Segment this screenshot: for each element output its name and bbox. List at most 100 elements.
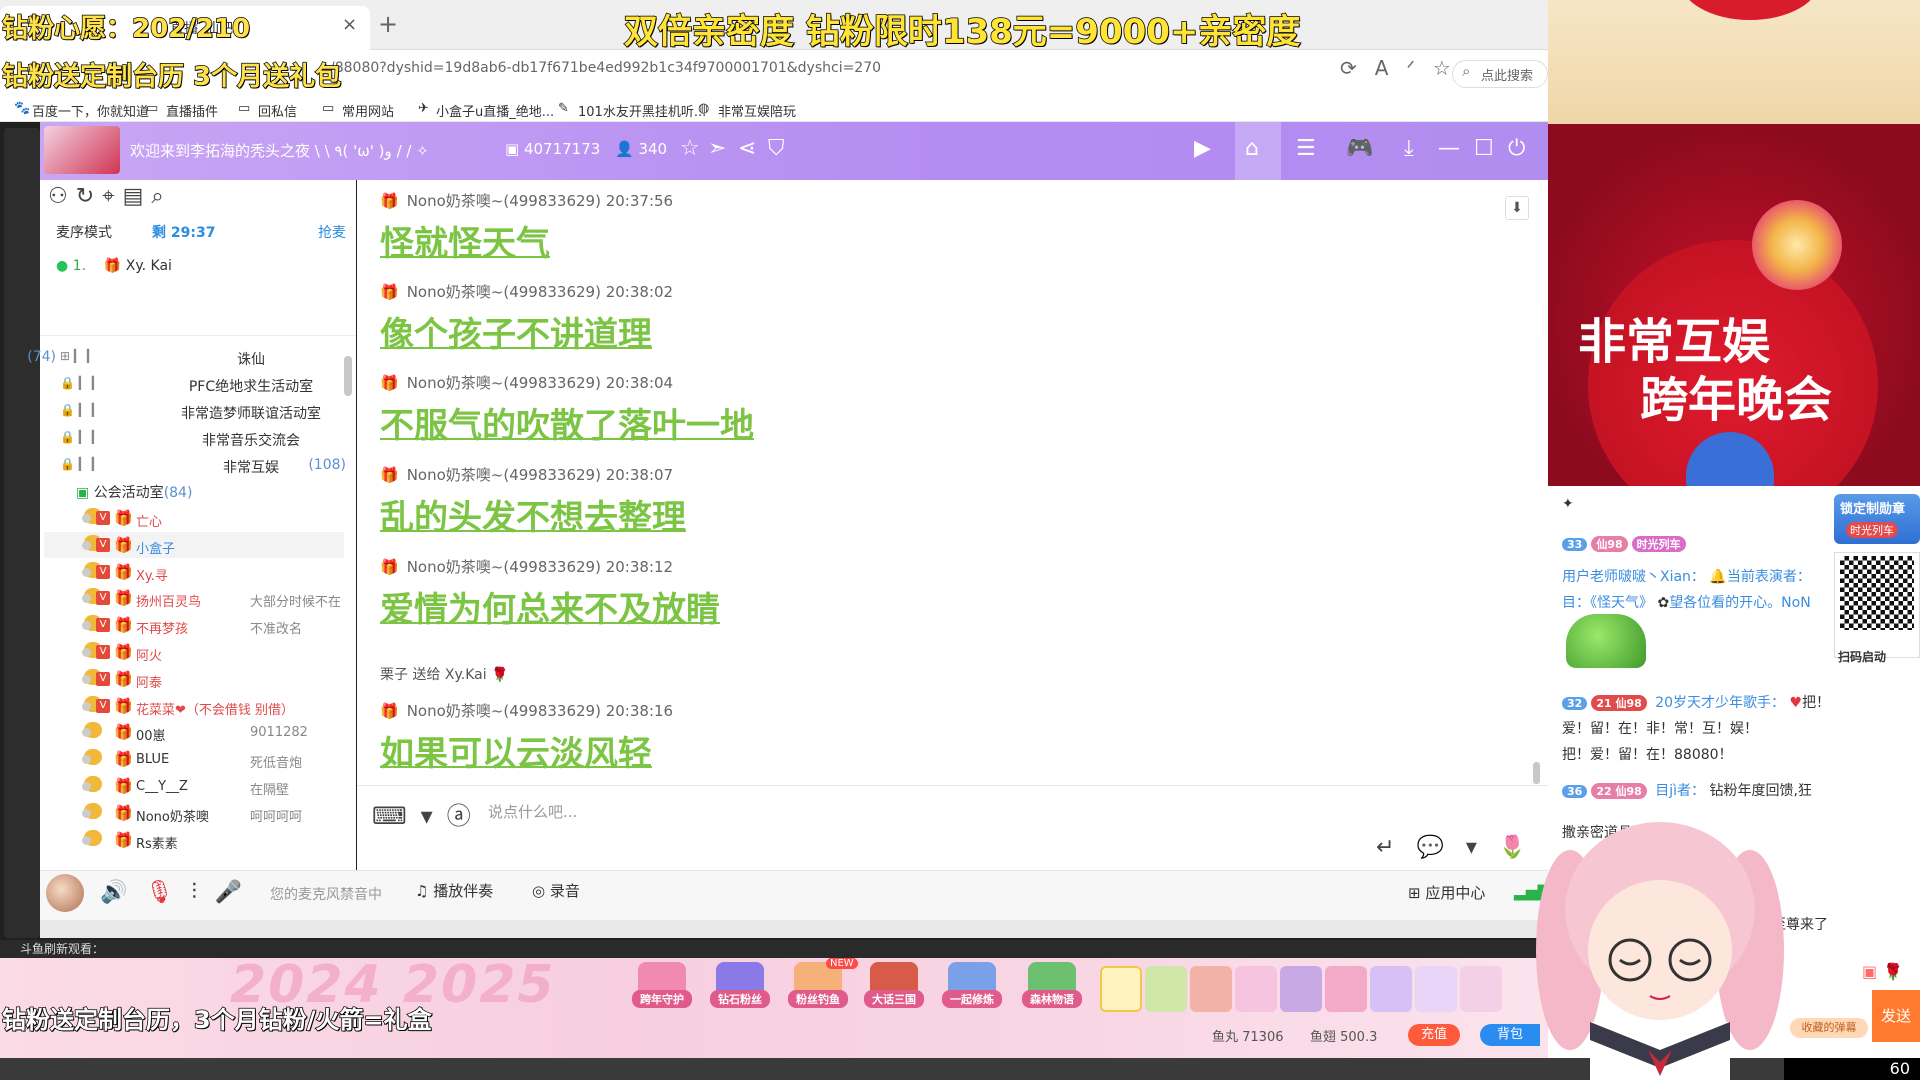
bookmark-feichang[interactable]: 非常互娱陪玩 — [718, 101, 796, 120]
record-button[interactable]: ◎ 录音 — [532, 880, 580, 901]
gamepad-icon[interactable]: 🎮 — [1346, 136, 1373, 161]
speaker-icon[interactable]: 🔊 — [100, 880, 145, 905]
search-icon[interactable]: ⌕ — [151, 184, 171, 209]
message-user[interactable]: Nono奶茶噢~(499833629) — [407, 283, 601, 301]
share-icon[interactable]: ⋖ — [738, 136, 756, 161]
chat-input[interactable]: 说点什么吧... — [488, 801, 577, 822]
message-user[interactable]: Nono奶茶噢~(499833629) — [407, 192, 601, 210]
refresh-user-icon[interactable]: ↻ — [76, 184, 102, 209]
gift-thumb[interactable] — [1370, 966, 1412, 1012]
tab-close-icon[interactable]: × — [342, 14, 357, 35]
bookmark-xiaohezi[interactable]: 小盒子u直播_绝地... — [436, 101, 554, 120]
minimize-icon[interactable]: — — [1438, 136, 1460, 161]
member-row[interactable]: V 🎁 扬州百灵鸟 大部分时候不在 — [80, 588, 350, 615]
read-aloud-icon[interactable]: Aᐟ — [1375, 56, 1433, 80]
gift-thumb[interactable] — [1415, 966, 1457, 1012]
member-row[interactable]: V 🎁 阿泰 — [80, 668, 350, 696]
message-user[interactable]: Nono奶茶噢~(499833629) — [407, 702, 601, 720]
member-note: 死低音炮 — [250, 756, 303, 772]
expand-icon[interactable]: ⊞ ▎ ▎ — [60, 349, 96, 363]
message-user[interactable]: Nono奶茶噢~(499833629) — [407, 466, 601, 484]
douyu-activity-item[interactable]: 钻石粉丝 — [710, 962, 770, 1018]
gift-icon: 🎁 — [380, 558, 399, 576]
bookmark-live-plugin[interactable]: 直播插件 — [166, 101, 218, 120]
list-icon[interactable]: ☰ — [1296, 136, 1316, 161]
favorite-danmaku-button[interactable]: 收藏的弹幕 — [1790, 1018, 1868, 1038]
emoji-pad-icon[interactable]: ⌨▾ — [372, 802, 447, 830]
douyu-activity-item[interactable]: 跨年守护 — [632, 962, 692, 1018]
gift-icon: 🎁 — [114, 803, 133, 822]
scroll-down-icon[interactable]: ⬇ — [1505, 196, 1529, 220]
shield-icon[interactable]: ⛉ — [768, 136, 785, 161]
send-button[interactable]: 发送 — [1872, 990, 1920, 1042]
bookmark-101[interactable]: 101水友开黑挂机听... — [578, 101, 706, 120]
qr-code-icon — [1840, 556, 1914, 630]
chat-scrollbar[interactable] — [1533, 762, 1540, 784]
member-row[interactable]: 🎁 C__Y__Z 在隔壁 — [80, 776, 350, 803]
share-plane-icon[interactable]: ➣ — [708, 136, 726, 161]
avatar[interactable] — [46, 874, 84, 912]
bookmark-common-sites[interactable]: 常用网站 — [342, 101, 394, 120]
record-icon: ◎ — [532, 882, 550, 900]
mic-queue-item[interactable]: ● 1. 🎁 Xy. Kai — [56, 258, 172, 274]
danmaku-line: 用户老师啵啵丶Xian： 🔔当前表演者： — [1562, 569, 1811, 585]
location-icon[interactable]: ⌖ — [102, 184, 122, 209]
member-row[interactable]: V 🎁 亡心 — [80, 508, 350, 535]
channel-scrollbar[interactable] — [344, 356, 352, 396]
member-row[interactable]: 🎁 BLUE 死低音炮 — [80, 749, 350, 776]
recharge-button[interactable]: 充值 — [1408, 1024, 1460, 1046]
member-row[interactable]: V 🎁 小盒子 — [80, 534, 350, 562]
gift-thumb[interactable] — [1190, 966, 1232, 1012]
grab-mic-button[interactable]: 抢麦 — [318, 222, 346, 242]
gift-thumb[interactable] — [1325, 966, 1367, 1012]
home-icon[interactable]: ⌂ — [1245, 136, 1259, 161]
new-tab-icon[interactable]: + — [378, 10, 398, 38]
bookmark-baidu[interactable]: 百度一下，你就知道 — [32, 101, 149, 120]
mic-off-icon[interactable]: 🎙 — [145, 880, 191, 905]
gift-thumb[interactable] — [1100, 966, 1142, 1012]
member-row[interactable]: V 🎁 花菜菜❤（不会借钱 别借） — [80, 695, 350, 723]
chat-message-header: 🎁 Nono奶茶噢~(499833629) 20:38:12 — [380, 556, 673, 577]
download-icon[interactable]: ⤓ — [1404, 136, 1414, 161]
douyu-activity-item[interactable]: 粉丝钓鱼 — [788, 962, 848, 1018]
star-icon[interactable]: ☆ — [680, 136, 700, 161]
equalizer-icon[interactable]: ⫶ — [191, 880, 215, 905]
gift-thumb[interactable] — [1235, 966, 1277, 1012]
user-icon[interactable]: ⚇ — [48, 184, 76, 209]
bookmark-reply-dm[interactable]: 回私信 — [258, 101, 297, 120]
douyu-activity-item[interactable]: 森林物语 — [1022, 962, 1082, 1018]
play-accompaniment-button[interactable]: ♫ 播放伴奏 — [415, 880, 493, 901]
power-icon[interactable]: ⏻ — [1508, 136, 1525, 161]
message-user[interactable]: Nono奶茶噢~(499833629) — [407, 558, 601, 576]
maximize-icon[interactable]: ☐ — [1474, 136, 1494, 161]
filter-icon[interactable]: ▣ — [1862, 962, 1883, 981]
refresh-icon[interactable]: ⟳ — [1340, 56, 1375, 80]
font-style-icon[interactable]: ⓐ — [447, 802, 485, 830]
gift-thumb[interactable] — [1280, 966, 1322, 1012]
member-row[interactable]: 🎁 Nono奶茶噢 呵呵呵呵 — [80, 802, 350, 830]
member-row[interactable]: V 🎁 不再梦孩 不准改名 — [80, 615, 350, 642]
overlay-bottom-text: 钻粉送定制台历，3个月钻粉/火箭=礼盒 — [1, 1005, 432, 1035]
app-center-button[interactable]: ⊞ 应用中心 — [1408, 882, 1485, 903]
notes-icon[interactable]: ▤ — [123, 184, 152, 209]
douyu-activity-item[interactable]: 一起修炼 — [942, 962, 1002, 1018]
guild-room-row[interactable]: ▣ 公会活动室(84) — [76, 482, 192, 502]
douyu-activity-item[interactable]: 大话三国 — [864, 962, 924, 1018]
channel-row[interactable]: 🔒 ▎ ▎ 非常互娱 (108) — [56, 454, 346, 480]
member-row[interactable]: 🎁 00崽 9011282 — [80, 722, 350, 749]
mic-muted-icon[interactable]: 🎤 — [215, 880, 260, 905]
gift-thumb[interactable] — [1460, 966, 1502, 1012]
gift-thumb[interactable] — [1145, 966, 1187, 1012]
enter-icon[interactable]: ↵ — [1376, 835, 1416, 860]
member-row[interactable]: V 🎁 Xy.寻 — [80, 561, 350, 589]
message-user[interactable]: Nono奶茶噢~(499833629) — [407, 374, 601, 392]
url-text[interactable]: /88080?dyshid=19d8ab6-db17f671be4ed992b1… — [330, 60, 881, 76]
member-row[interactable]: V 🎁 阿火 — [80, 642, 350, 669]
room-id: ▣ 40717173 — [505, 140, 601, 158]
video-icon[interactable]: ▶ — [1194, 136, 1211, 161]
member-row[interactable]: 🎁 Rs素素 — [80, 829, 350, 857]
mic-muted-status: 您的麦克风禁音中 — [270, 887, 382, 903]
speech-bubble-icon[interactable]: 💬▾ — [1416, 835, 1498, 860]
rose-icon[interactable]: 🌹 — [1883, 962, 1909, 981]
gift-icon: 🎁 — [114, 509, 133, 527]
